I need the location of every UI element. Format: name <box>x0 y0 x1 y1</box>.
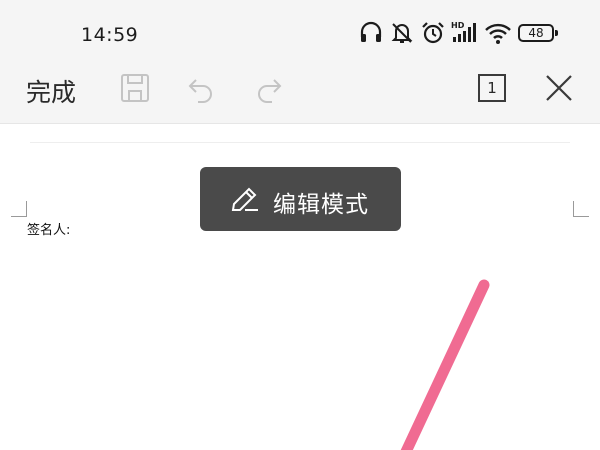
pencil-icon <box>231 187 258 211</box>
redo-icon[interactable] <box>254 74 284 104</box>
toast-text: 编辑模式 <box>273 192 369 218</box>
edit-mode-toast: 编辑模式 <box>200 167 401 231</box>
done-button[interactable]: 完成 <box>26 73 76 109</box>
headphones-icon <box>360 21 382 42</box>
page-top-edge <box>30 142 570 143</box>
margin-corner-right <box>573 201 589 217</box>
hd-signal-icon: HD <box>451 21 476 42</box>
mute-icon <box>391 23 413 43</box>
battery-icon: 48 <box>518 24 554 42</box>
svg-text:HD: HD <box>451 21 465 30</box>
screen: 14:59 HD 48 完成 1 签名人: 编辑模式 <box>0 0 600 450</box>
signer-label: 签名人: <box>27 223 71 238</box>
alarm-icon <box>422 22 444 44</box>
status-time: 14:59 <box>81 24 139 46</box>
save-icon[interactable] <box>120 73 150 103</box>
page-count-value: 1 <box>487 79 497 97</box>
battery-tip <box>555 30 558 36</box>
toolbar: 完成 1 <box>0 62 600 124</box>
wifi-icon <box>485 23 511 44</box>
battery-level: 48 <box>528 26 544 40</box>
undo-icon[interactable] <box>186 74 216 104</box>
margin-corner-left <box>11 201 27 217</box>
close-icon[interactable] <box>544 73 574 103</box>
page-count-icon[interactable]: 1 <box>478 74 506 102</box>
status-bar: 14:59 HD 48 <box>0 0 600 62</box>
